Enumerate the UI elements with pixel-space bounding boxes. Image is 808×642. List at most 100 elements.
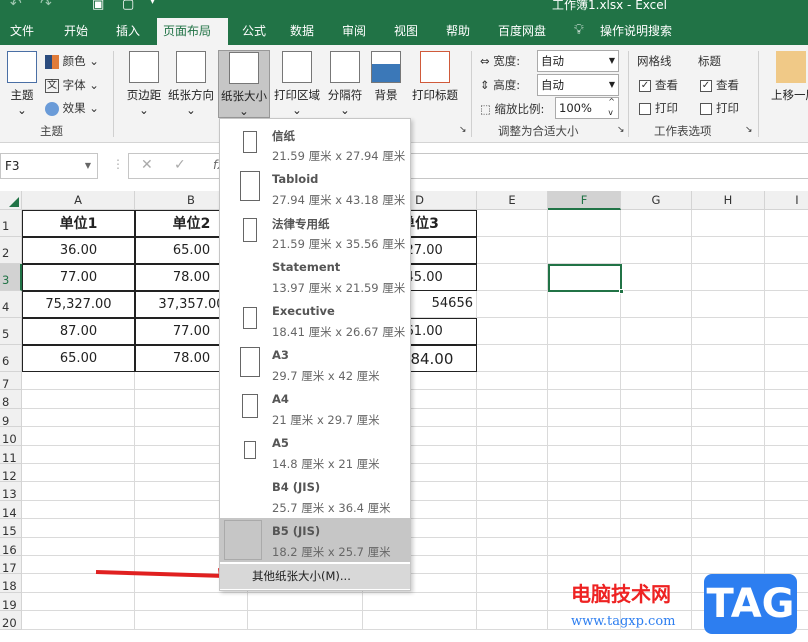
cell[interactable] (477, 345, 548, 372)
row-header-10[interactable]: 10 (0, 427, 22, 446)
spinner-arrows-icon[interactable]: ^ v (608, 96, 615, 118)
column-header-I[interactable]: I (765, 191, 808, 210)
column-header-A[interactable]: A (22, 191, 135, 210)
cell[interactable] (692, 537, 765, 556)
cell[interactable] (692, 519, 765, 538)
cell[interactable] (477, 445, 548, 464)
cell[interactable] (477, 318, 548, 345)
tab-page-layout[interactable]: 页面布局 (157, 18, 228, 45)
cell[interactable] (548, 537, 621, 556)
cell[interactable] (621, 390, 692, 409)
cell[interactable] (621, 500, 692, 520)
cell-A5[interactable]: 87.00 (22, 318, 135, 345)
cell[interactable] (692, 264, 765, 291)
fonts-button[interactable]: 文 字体 ⌄ (45, 77, 99, 93)
cell[interactable] (765, 345, 808, 372)
cell[interactable] (477, 408, 548, 428)
row-header-18[interactable]: 18 (0, 574, 22, 593)
cell[interactable] (765, 538, 808, 556)
colors-button[interactable]: 颜色 ⌄ (45, 53, 99, 69)
cell[interactable] (621, 345, 692, 372)
paper-size-item[interactable]: Executive 18.41 厘米 x 26.67 厘米 (220, 298, 410, 342)
paper-size-item[interactable]: A3 29.7 厘米 x 42 厘米 (220, 342, 410, 386)
width-select[interactable]: 自动 ▼ (537, 50, 619, 72)
breaks-button[interactable]: 分隔符 ⌄ (324, 51, 366, 117)
headings-view-checkbox[interactable]: ✓ 查看 (700, 77, 739, 93)
cell[interactable] (765, 427, 808, 446)
cell[interactable] (363, 611, 477, 630)
row-header-3[interactable]: 3 (0, 264, 22, 291)
cell[interactable] (548, 210, 621, 237)
page-setup-dialog-launcher[interactable]: ↘ (459, 125, 467, 135)
cell[interactable] (765, 318, 808, 345)
height-select[interactable]: 自动 ▼ (537, 74, 619, 96)
tab-insert[interactable]: 插入 (110, 18, 146, 45)
cell[interactable] (621, 408, 692, 428)
row-header-4[interactable]: 4 (0, 291, 22, 318)
cell[interactable] (22, 592, 135, 612)
cell[interactable] (22, 500, 135, 520)
cell[interactable] (548, 237, 621, 264)
tell-me-search[interactable]: 操作说明搜索 (594, 18, 678, 45)
save-icon[interactable]: ▣ (92, 0, 104, 12)
row-header-11[interactable]: 11 (0, 445, 22, 465)
tab-formulas[interactable]: 公式 (236, 18, 272, 45)
cell[interactable] (477, 611, 548, 630)
cell[interactable] (765, 372, 808, 391)
paper-size-item[interactable]: 法律专用纸 21.59 厘米 x 35.56 厘米 (220, 210, 410, 254)
cell[interactable] (548, 464, 621, 483)
cell[interactable] (692, 210, 765, 237)
cell[interactable] (765, 409, 808, 428)
tab-baidu-netdisk[interactable]: 百度网盘 (492, 18, 552, 45)
row-header-13[interactable]: 13 (0, 482, 22, 501)
size-button[interactable]: 纸张大小 ⌄ (218, 50, 270, 118)
cell[interactable] (621, 318, 692, 345)
row-header-19[interactable]: 19 (0, 592, 22, 612)
cell[interactable] (621, 482, 692, 501)
cell[interactable] (621, 519, 692, 538)
paper-size-item[interactable]: A4 21 厘米 x 29.7 厘米 (220, 386, 410, 430)
cell[interactable] (692, 482, 765, 501)
cell[interactable] (477, 464, 548, 483)
row-header-5[interactable]: 5 (0, 318, 22, 345)
cell[interactable] (22, 408, 135, 428)
cell[interactable] (548, 556, 621, 575)
cell-A1[interactable]: 单位1 (22, 210, 135, 237)
cell-A2[interactable]: 36.00 (22, 237, 135, 264)
cell[interactable] (477, 237, 548, 264)
row-header-12[interactable]: 12 (0, 464, 22, 483)
cell[interactable] (621, 237, 692, 264)
cell[interactable] (22, 372, 135, 391)
cell[interactable] (477, 210, 548, 237)
name-box[interactable]: F3 ▼ (0, 153, 98, 179)
cell[interactable] (548, 345, 621, 372)
cell[interactable] (548, 427, 621, 446)
column-header-H[interactable]: H (692, 191, 765, 210)
cell[interactable] (621, 264, 692, 291)
cell[interactable] (477, 372, 548, 391)
cell[interactable] (692, 445, 765, 464)
cell[interactable] (548, 390, 621, 409)
paper-size-item[interactable]: B4 (JIS) 25.7 厘米 x 36.4 厘米 (220, 474, 410, 518)
tab-home[interactable]: 开始 (58, 18, 94, 45)
select-all-corner[interactable] (0, 191, 22, 210)
cell[interactable] (692, 372, 765, 391)
print-preview-icon[interactable]: ▢ (122, 0, 134, 12)
cell[interactable] (692, 500, 765, 520)
cell-A3[interactable]: 77.00 (22, 264, 135, 291)
cell[interactable] (135, 592, 248, 612)
cell[interactable] (692, 291, 765, 318)
cell[interactable] (22, 427, 135, 446)
cell[interactable] (765, 556, 808, 575)
cell[interactable] (548, 482, 621, 501)
cell[interactable] (548, 445, 621, 464)
cell[interactable] (22, 537, 135, 556)
cell[interactable] (692, 408, 765, 428)
cell[interactable] (22, 445, 135, 464)
themes-button[interactable]: 主题 ⌄ (4, 51, 40, 117)
cell[interactable] (692, 556, 765, 575)
cell[interactable] (477, 592, 548, 612)
cell[interactable] (692, 237, 765, 264)
cell[interactable] (22, 611, 135, 630)
cell[interactable] (477, 500, 548, 520)
